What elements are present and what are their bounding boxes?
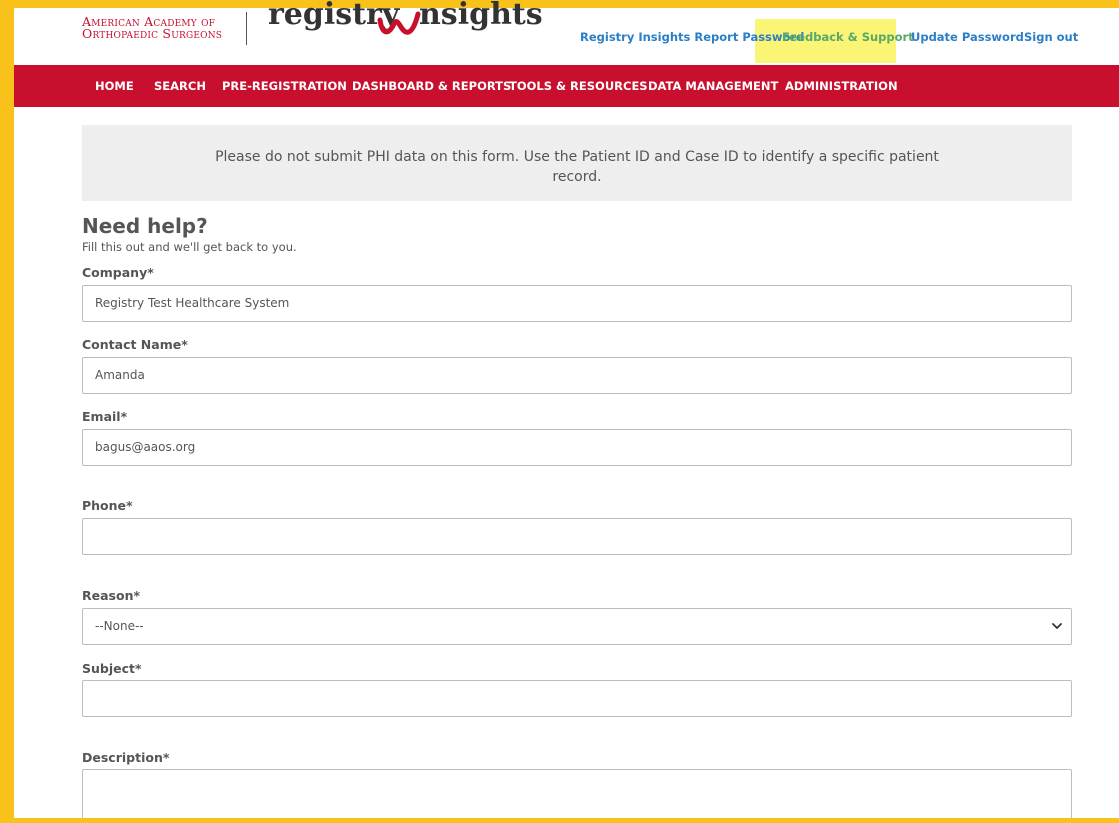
annotation-frame-bottom (0, 818, 1119, 823)
phone-label: Phone* (82, 498, 133, 513)
form-subtitle: Fill this out and we'll get back to you. (82, 240, 297, 254)
description-label: Description* (82, 750, 170, 765)
contact-name-label: Contact Name* (82, 337, 188, 352)
reason-value: --None-- (95, 619, 144, 633)
phi-notice-text: Please do not submit PHI data on this fo… (215, 149, 939, 185)
nav-item-data-management[interactable]: DATA MANAGEMENT (648, 79, 778, 93)
nav-item-home[interactable]: HOME (95, 79, 134, 93)
report-password-link[interactable]: Registry Insights Report Password (580, 30, 804, 44)
main-nav: HOME SEARCH PRE-REGISTRATION DASHBOARD &… (14, 65, 1119, 107)
feedback-support-link[interactable]: Feedback & Support (782, 30, 914, 44)
phi-notice: Please do not submit PHI data on this fo… (82, 125, 1072, 201)
annotation-frame-top (0, 0, 1119, 8)
description-textarea[interactable] (82, 769, 1072, 823)
nav-item-pre-registration[interactable]: PRE-REGISTRATION (222, 79, 347, 93)
email-label: Email* (82, 409, 128, 424)
annotation-frame-left (0, 0, 14, 823)
email-field[interactable]: bagus@aaos.org (82, 429, 1072, 466)
nav-item-tools-resources[interactable]: TOOLS & RESOURCES (509, 79, 648, 93)
utility-links: Registry Insights Report Password Feedba… (14, 30, 1119, 46)
logo-product-word2: nsights (419, 0, 543, 32)
update-password-link[interactable]: Update Password (911, 30, 1024, 44)
company-value: Registry Test Healthcare System (95, 296, 290, 310)
company-field[interactable]: Registry Test Healthcare System (82, 285, 1072, 322)
reason-select[interactable]: --None-- (82, 608, 1072, 645)
nav-item-dashboard-reports[interactable]: DASHBOARD & REPORTS (352, 79, 511, 93)
phone-field[interactable] (82, 518, 1072, 555)
form-title: Need help? (82, 214, 208, 238)
nav-item-search[interactable]: SEARCH (154, 79, 206, 93)
subject-label: Subject* (82, 661, 142, 676)
site-header: American Academy of Orthopaedic Surgeons… (14, 0, 1119, 65)
company-label: Company* (82, 265, 154, 280)
subject-field[interactable] (82, 680, 1072, 717)
contact-name-value: Amanda (95, 368, 145, 382)
chevron-down-icon (1052, 623, 1062, 629)
email-value: bagus@aaos.org (95, 440, 196, 454)
nav-item-administration[interactable]: ADMINISTRATION (785, 79, 898, 93)
sign-out-link[interactable]: Sign out (1024, 30, 1078, 44)
contact-name-field[interactable]: Amanda (82, 357, 1072, 394)
reason-label: Reason* (82, 588, 141, 603)
